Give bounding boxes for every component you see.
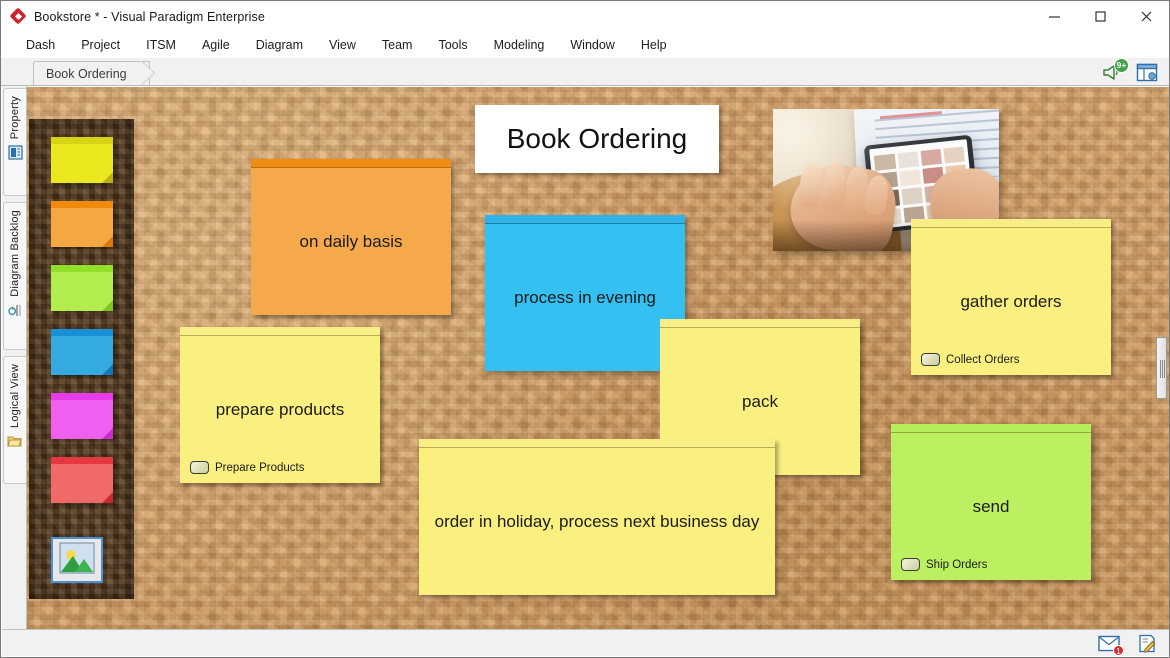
sticky-note-reference[interactable]: Prepare Products	[190, 461, 305, 474]
sticky-note-palette	[29, 119, 134, 599]
insert-image-tool[interactable]	[51, 537, 103, 583]
sticky-note-prepare-products[interactable]: prepare products Prepare Products	[180, 327, 380, 483]
diagram-backlog-icon	[7, 303, 23, 323]
sticky-note-reference-label: Ship Orders	[926, 558, 988, 571]
visual-paradigm-diamond-logo-icon	[9, 7, 27, 25]
palette-swatch-blue[interactable]	[51, 329, 113, 375]
maximize-icon[interactable]	[1077, 1, 1123, 32]
bpmn-task-icon	[190, 461, 209, 474]
sticky-note-header	[911, 219, 1111, 228]
announcement-badge: 9+	[1114, 58, 1129, 73]
document-tab-label: Book Ordering	[46, 66, 127, 81]
palette-swatch-orange[interactable]	[51, 201, 113, 247]
menu-item-team[interactable]: Team	[369, 35, 426, 55]
sticky-note-reference[interactable]: Ship Orders	[901, 558, 987, 571]
status-bar-icons: 1	[1097, 632, 1159, 656]
palette-swatch-yellow[interactable]	[51, 137, 113, 183]
menu-item-diagram[interactable]: Diagram	[243, 35, 316, 55]
palette-swatch-magenta[interactable]	[51, 393, 113, 439]
sticky-note-header	[660, 319, 860, 328]
application-window: Bookstore * - Visual Paradigm Enterprise…	[0, 0, 1170, 658]
palette-swatch-red[interactable]	[51, 457, 113, 503]
notes-pencil-icon[interactable]	[1135, 632, 1159, 654]
sticky-note-text: prepare products	[215, 399, 345, 419]
menu-item-window[interactable]: Window	[557, 35, 627, 55]
menu-item-dash[interactable]: Dash	[13, 35, 68, 55]
title-bar: Bookstore * - Visual Paradigm Enterprise	[1, 1, 1169, 32]
sticky-note-reference-label: Collect Orders	[946, 353, 1020, 366]
close-icon[interactable]	[1123, 1, 1169, 32]
sidebar-item-diagram-backlog[interactable]: Diagram Backlog	[3, 202, 26, 350]
status-bar: 1	[2, 629, 1169, 656]
sidebar-item-property[interactable]: Property	[3, 88, 26, 196]
board-title-card[interactable]: Book Ordering	[475, 105, 719, 173]
sticky-note-text: process in evening	[514, 287, 656, 307]
sidebar-item-label: Diagram Backlog	[9, 210, 21, 297]
bpmn-task-icon	[901, 558, 920, 571]
menu-item-itsm[interactable]: ITSM	[133, 35, 189, 55]
sticky-note-header	[419, 439, 775, 448]
message-badge: 1	[1113, 645, 1124, 656]
sticky-note-header	[891, 424, 1091, 433]
window-controls	[1031, 1, 1169, 32]
sticky-note-order-in-holiday[interactable]: order in holiday, process next business …	[419, 439, 775, 595]
property-sheet-icon	[7, 145, 23, 165]
sticky-note-header	[485, 215, 685, 224]
sidebar-item-label: Property	[9, 96, 21, 140]
palette-swatch-green[interactable]	[51, 265, 113, 311]
sidebar-item-label: Logical View	[9, 364, 21, 428]
sticky-note-send[interactable]: send Ship Orders	[891, 424, 1091, 580]
panel-layout-icon[interactable]	[1133, 60, 1161, 84]
sticky-note-text: pack	[742, 391, 778, 411]
menu-item-help[interactable]: Help	[628, 35, 680, 55]
sticky-note-gather-orders[interactable]: gather orders Collect Orders	[911, 219, 1111, 375]
menu-item-modeling[interactable]: Modeling	[481, 35, 558, 55]
menu-item-tools[interactable]: Tools	[425, 35, 480, 55]
document-tab-book-ordering[interactable]: Book Ordering	[33, 61, 150, 85]
sidebar-item-logical-view[interactable]: Logical View	[3, 356, 26, 484]
logical-view-folder-icon	[7, 434, 23, 453]
sticky-note-reference-label: Prepare Products	[215, 461, 305, 474]
minimize-icon[interactable]	[1031, 1, 1077, 32]
menu-bar: Dash Project ITSM Agile Diagram View Tea…	[1, 32, 1169, 58]
sticky-note-text: gather orders	[960, 291, 1062, 311]
diagram-canvas[interactable]: Book Ordering on daily basis process in …	[27, 87, 1169, 631]
megaphone-announcement-icon[interactable]: 9+	[1099, 58, 1129, 84]
sticky-note-text: order in holiday, process next business …	[434, 511, 760, 531]
sticky-note-header	[251, 159, 451, 168]
picture-icon	[59, 541, 95, 579]
menu-item-view[interactable]: View	[316, 35, 369, 55]
sticky-note-reference[interactable]: Collect Orders	[921, 353, 1020, 366]
document-tab-arrow	[141, 61, 154, 85]
window-title: Bookstore * - Visual Paradigm Enterprise	[34, 9, 265, 24]
tabstrip-toolbar: 9+	[1099, 58, 1161, 84]
menu-item-agile[interactable]: Agile	[189, 35, 243, 55]
sticky-note-text: on daily basis	[299, 231, 403, 251]
board-title-text: Book Ordering	[506, 123, 688, 154]
sticky-note-process-in-evening[interactable]: process in evening	[485, 215, 685, 371]
left-tool-rail: Property Diagram Backlog Logical View	[2, 86, 27, 631]
sticky-note-text: send	[972, 496, 1010, 516]
sticky-note-on-daily-basis[interactable]: on daily basis	[251, 159, 451, 315]
document-tab-strip: Book Ordering 9+	[1, 58, 1169, 86]
menu-item-project[interactable]: Project	[68, 35, 133, 55]
board-vertical-scrollbar[interactable]	[1156, 337, 1167, 399]
sticky-note-header	[180, 327, 380, 336]
message-envelope-icon[interactable]: 1	[1097, 632, 1124, 656]
bpmn-task-icon	[921, 353, 940, 366]
